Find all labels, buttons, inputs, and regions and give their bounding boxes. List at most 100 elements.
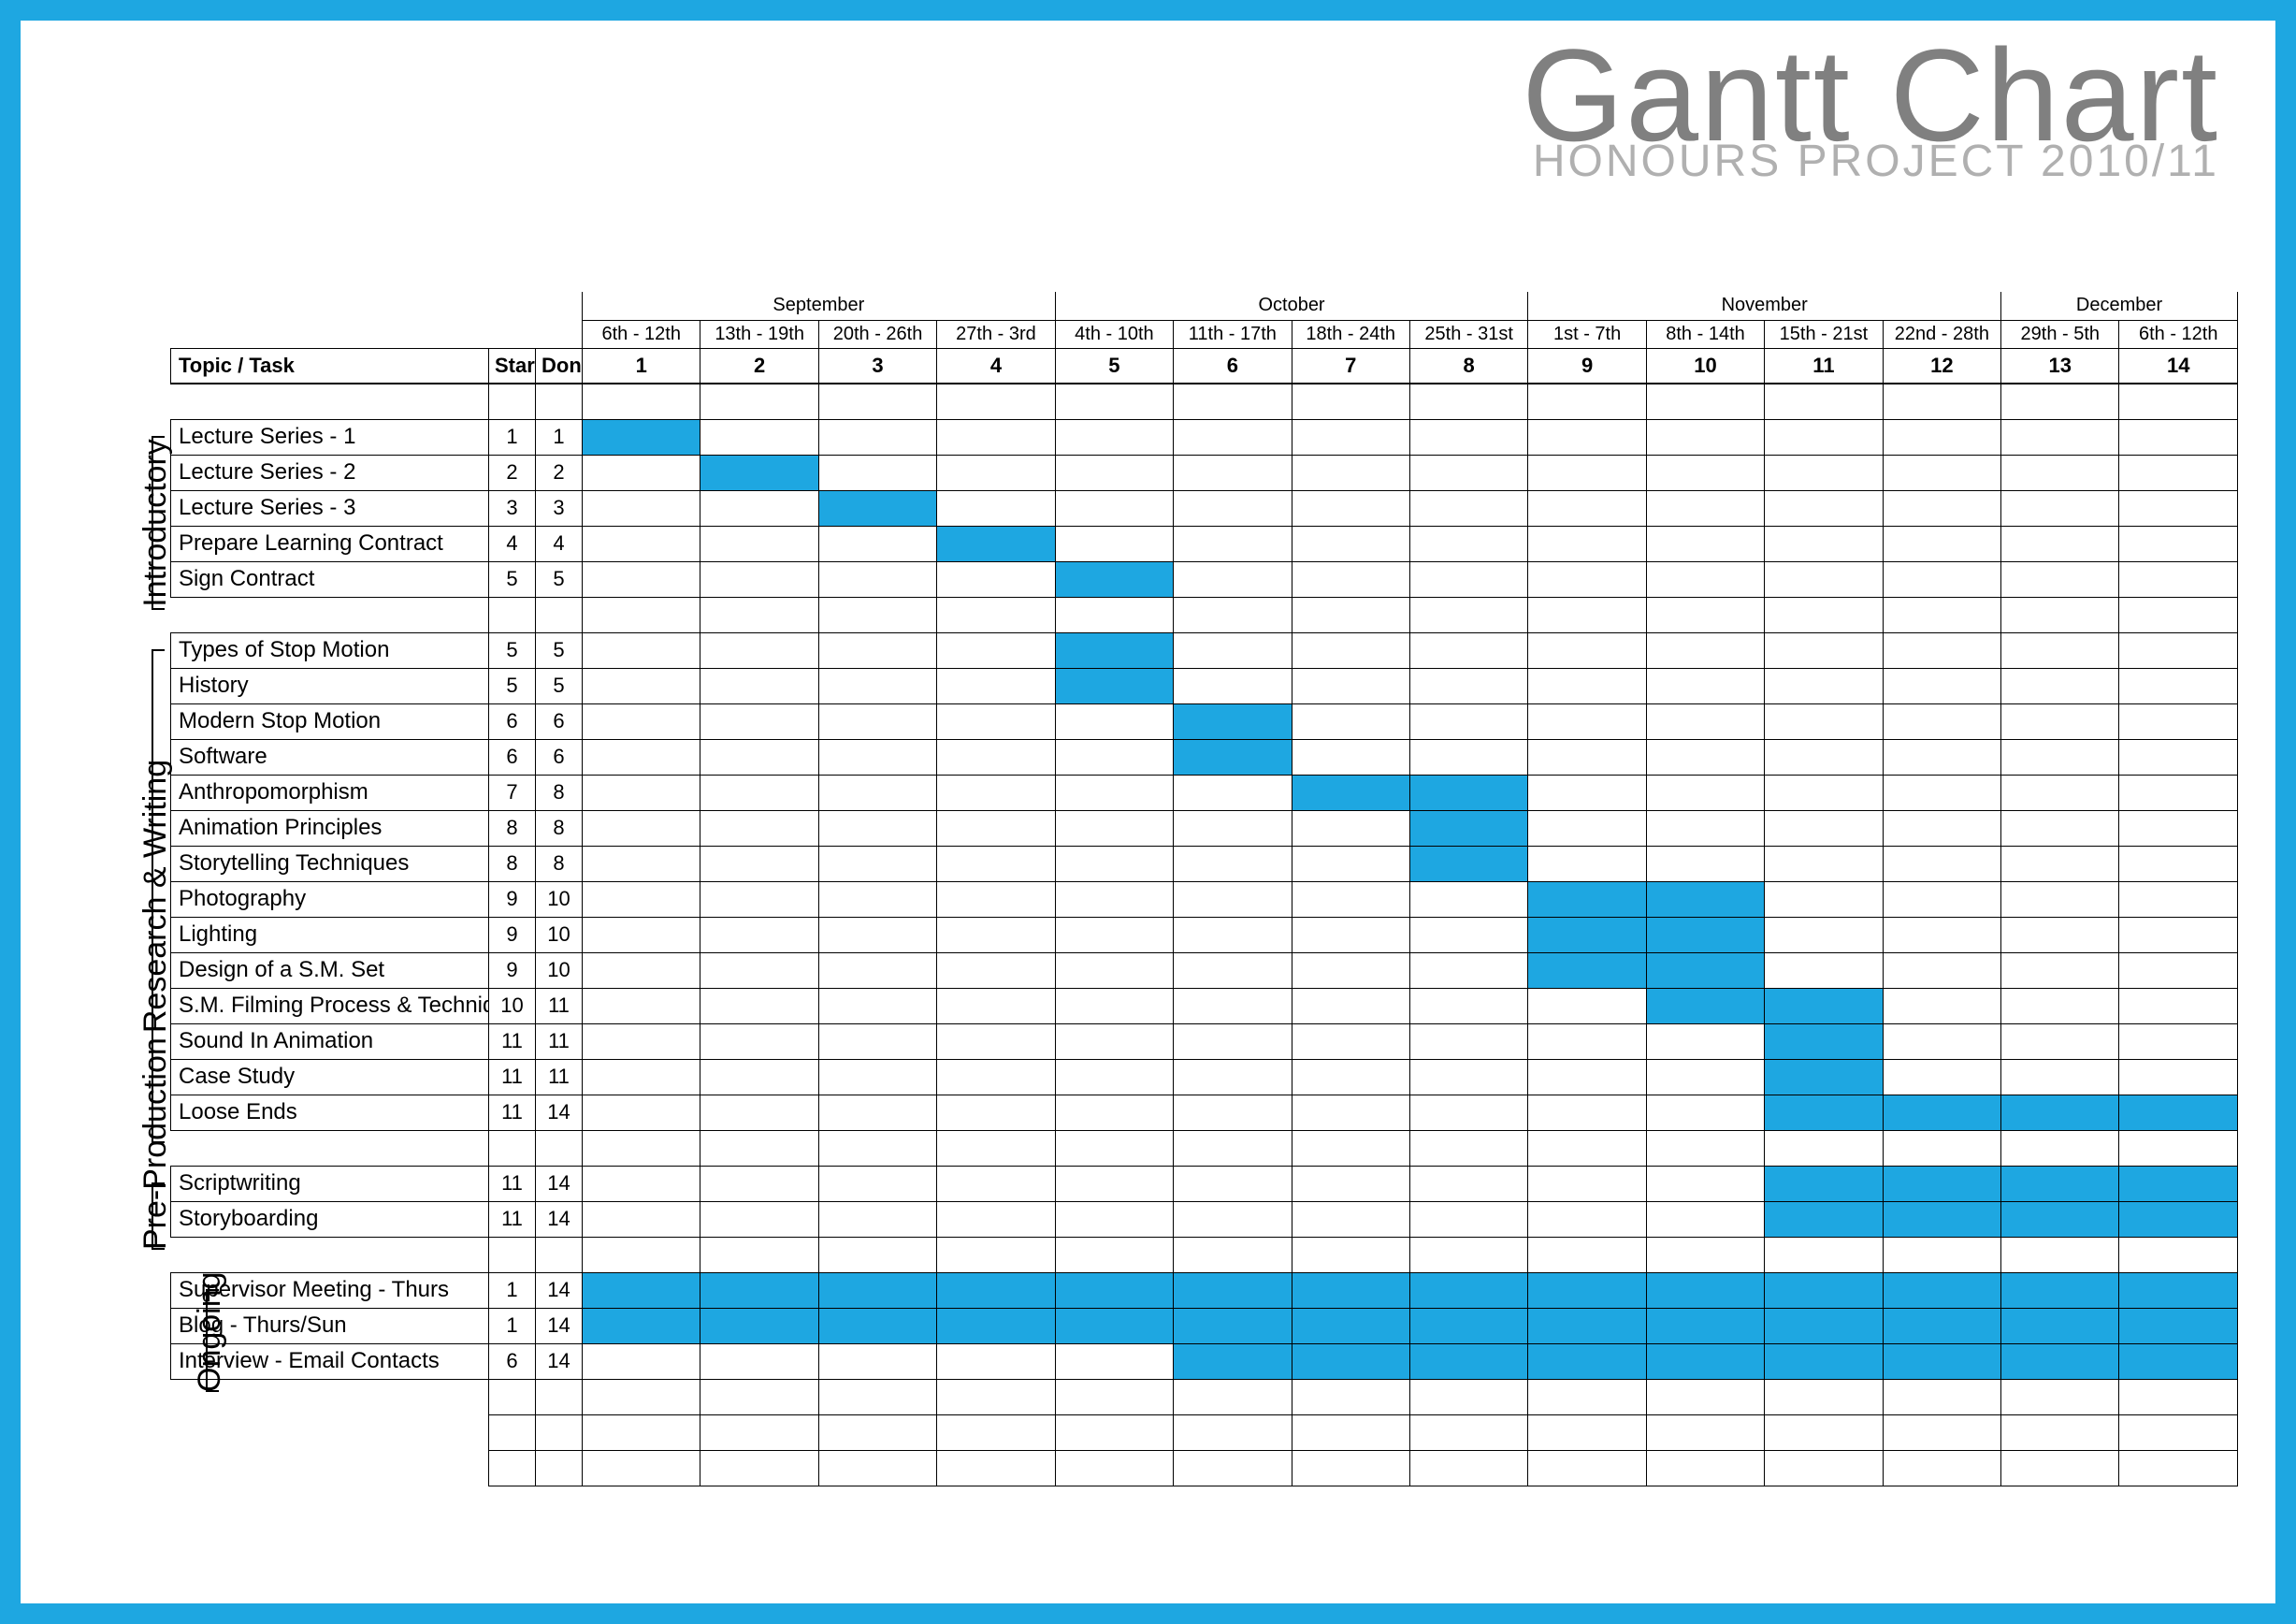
week-number: 3 — [818, 348, 936, 384]
gantt-bar — [1765, 1201, 1883, 1237]
week-range: 20th - 26th — [818, 320, 936, 348]
task-done: 5 — [536, 668, 583, 703]
task-done: 14 — [536, 1166, 583, 1201]
gantt-bar — [1292, 1308, 1409, 1343]
gantt-bar — [1409, 775, 1527, 810]
task-row: Blog - Thurs/Sun114 — [171, 1308, 2238, 1343]
task-name: History — [171, 668, 489, 703]
task-start: 6 — [489, 739, 536, 775]
task-row: Lecture Series - 333 — [171, 490, 2238, 526]
gantt-bar — [1528, 917, 1646, 952]
task-name: Anthropomorphism — [171, 775, 489, 810]
task-row: Design of a S.M. Set910 — [171, 952, 2238, 988]
gantt-bar — [2119, 1343, 2238, 1379]
gantt-bar — [1409, 1343, 1527, 1379]
task-start: 8 — [489, 846, 536, 881]
task-start: 1 — [489, 1308, 536, 1343]
task-start: 11 — [489, 1166, 536, 1201]
month-label: December — [2001, 292, 2238, 320]
task-name: Animation Principles — [171, 810, 489, 846]
task-start: 9 — [489, 917, 536, 952]
task-row: Software66 — [171, 739, 2238, 775]
task-done: 10 — [536, 917, 583, 952]
task-row: Sound In Animation1111 — [171, 1023, 2238, 1059]
task-start: 11 — [489, 1023, 536, 1059]
gantt-bar — [1646, 988, 1764, 1023]
gantt-bar — [2001, 1308, 2119, 1343]
task-name: Storytelling Techniques — [171, 846, 489, 881]
task-start: 3 — [489, 490, 536, 526]
week-number: 1 — [583, 348, 700, 384]
task-name: Types of Stop Motion — [171, 632, 489, 668]
gantt-bar — [1409, 1272, 1527, 1308]
task-name: S.M. Filming Process & Techniques — [171, 988, 489, 1023]
task-done: 5 — [536, 561, 583, 597]
task-start: 5 — [489, 561, 536, 597]
group-label: Introductory — [137, 436, 174, 610]
task-row: Photography910 — [171, 881, 2238, 917]
gantt-bar — [937, 1272, 1055, 1308]
task-name: Photography — [171, 881, 489, 917]
gantt-bar — [2001, 1095, 2119, 1130]
gantt-bar — [937, 1308, 1055, 1343]
week-range: 25th - 31st — [1409, 320, 1527, 348]
gantt-bar — [1646, 881, 1764, 917]
gantt-bar — [2001, 1166, 2119, 1201]
gantt-bar — [1528, 952, 1646, 988]
gantt-bar — [1883, 1343, 2000, 1379]
task-start: 11 — [489, 1059, 536, 1095]
month-label: November — [1528, 292, 2001, 320]
week-number: 13 — [2001, 348, 2119, 384]
gantt-bar — [583, 1308, 700, 1343]
task-row: Lecture Series - 222 — [171, 455, 2238, 490]
gantt-bar — [1174, 1272, 1292, 1308]
task-start: 4 — [489, 526, 536, 561]
col-header-done: Done — [536, 348, 583, 384]
task-name: Blog - Thurs/Sun — [171, 1308, 489, 1343]
week-number: 6 — [1174, 348, 1292, 384]
task-name: Sound In Animation — [171, 1023, 489, 1059]
task-name: Prepare Learning Contract — [171, 526, 489, 561]
gantt-bar — [2001, 1201, 2119, 1237]
gantt-bar — [1765, 1095, 1883, 1130]
gantt-chart: SeptemberOctoberNovemberDecember6th - 12… — [170, 292, 2238, 1486]
gantt-bar — [1528, 1272, 1646, 1308]
task-done: 8 — [536, 810, 583, 846]
gantt-bar — [1646, 1343, 1764, 1379]
week-number: 9 — [1528, 348, 1646, 384]
gantt-bar — [1883, 1272, 2000, 1308]
month-label: October — [1055, 292, 1528, 320]
page-title: Gantt Chart — [1522, 39, 2219, 151]
task-start: 9 — [489, 881, 536, 917]
gantt-bar — [1292, 775, 1409, 810]
week-range: 18th - 24th — [1292, 320, 1409, 348]
gantt-bar — [700, 455, 818, 490]
week-number: 10 — [1646, 348, 1764, 384]
task-done: 6 — [536, 739, 583, 775]
task-row: Loose Ends1114 — [171, 1095, 2238, 1130]
task-row: History55 — [171, 668, 2238, 703]
gantt-bar — [2119, 1308, 2238, 1343]
week-range: 1st - 7th — [1528, 320, 1646, 348]
task-row: Prepare Learning Contract44 — [171, 526, 2238, 561]
gantt-bar — [1883, 1201, 2000, 1237]
task-done: 8 — [536, 846, 583, 881]
task-row: Modern Stop Motion66 — [171, 703, 2238, 739]
task-name: Case Study — [171, 1059, 489, 1095]
gantt-bar — [1646, 917, 1764, 952]
group-label: Pre-Production — [137, 1182, 174, 1250]
task-start: 10 — [489, 988, 536, 1023]
task-row: Sign Contract55 — [171, 561, 2238, 597]
task-name: Sign Contract — [171, 561, 489, 597]
task-done: 14 — [536, 1343, 583, 1379]
gantt-bar — [1409, 846, 1527, 881]
gantt-bar — [583, 1272, 700, 1308]
task-done: 2 — [536, 455, 583, 490]
gantt-bar — [1055, 668, 1173, 703]
gantt-bar — [1409, 810, 1527, 846]
week-range: 6th - 12th — [2119, 320, 2238, 348]
task-start: 1 — [489, 419, 536, 455]
gantt-bar — [1883, 1166, 2000, 1201]
gantt-bar — [1174, 1343, 1292, 1379]
task-start: 7 — [489, 775, 536, 810]
